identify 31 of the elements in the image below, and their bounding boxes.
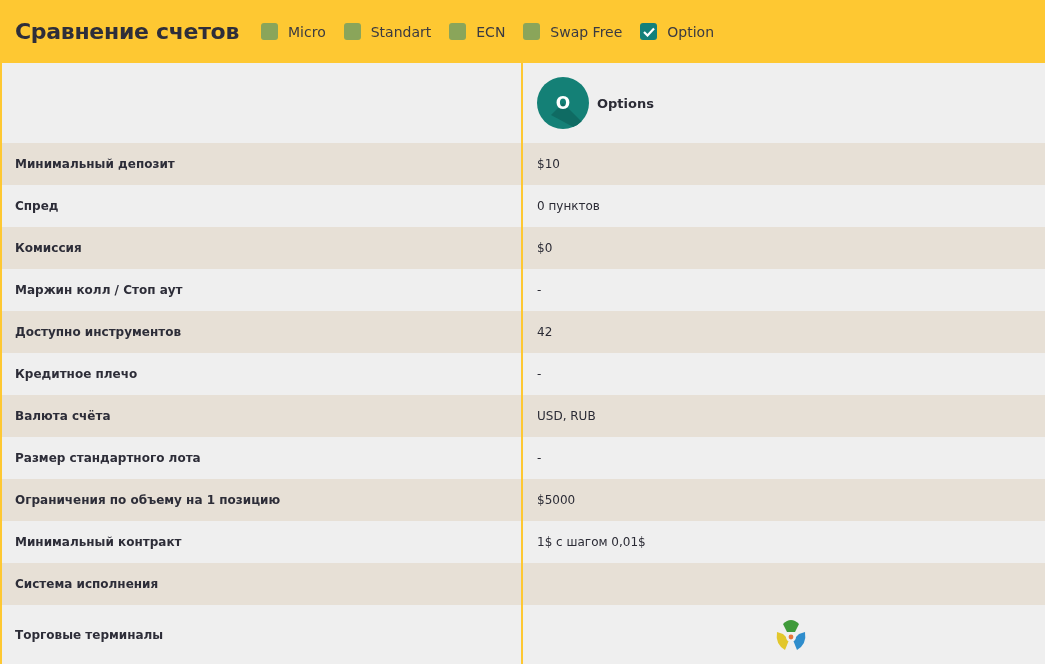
check-icon xyxy=(642,26,655,37)
row-label: Минимальный депозит xyxy=(15,157,175,171)
account-filter-checkbox[interactable]: Swap Free xyxy=(523,23,623,40)
account-filter-checkbox[interactable]: Option xyxy=(640,23,715,40)
row-label: Ограничения по объему на 1 позицию xyxy=(15,493,281,507)
row-label: Торговые терминалы xyxy=(15,628,164,642)
row-value: $5000 xyxy=(537,493,576,507)
row-value: $0 xyxy=(537,241,553,255)
row-label: Комиссия xyxy=(15,241,82,255)
account-badge: O xyxy=(537,77,589,129)
row-value: 42 xyxy=(537,325,553,339)
account-filter-checkbox[interactable]: Standart xyxy=(343,23,432,40)
row-label: Размер стандартного лота xyxy=(15,451,201,465)
row-value: USD, RUB xyxy=(537,409,596,423)
account-filter-checkbox[interactable]: Micro xyxy=(261,23,326,40)
row-value: - xyxy=(537,451,542,465)
row-label: Валюта счёта xyxy=(15,409,111,423)
account-filter-checkbox[interactable]: ECN xyxy=(449,23,506,40)
row-label: Доступно инструментов xyxy=(15,325,182,339)
row-value: - xyxy=(537,283,542,297)
row-label: Минимальный контракт xyxy=(15,535,182,549)
row-value: - xyxy=(537,367,542,381)
row-label: Спред xyxy=(15,199,59,213)
row-value: $10 xyxy=(537,157,560,171)
page-title: Сравнение счетов xyxy=(15,19,240,44)
row-label: Маржин колл / Стоп аут xyxy=(15,283,183,297)
row-label: Кредитное плечо xyxy=(15,367,138,381)
row-value: 0 пунктов xyxy=(537,199,600,213)
account-name: Options xyxy=(597,95,654,111)
row-value: 1$ с шагом 0,01$ xyxy=(537,535,646,549)
row-label: Система исполнения xyxy=(15,577,159,591)
